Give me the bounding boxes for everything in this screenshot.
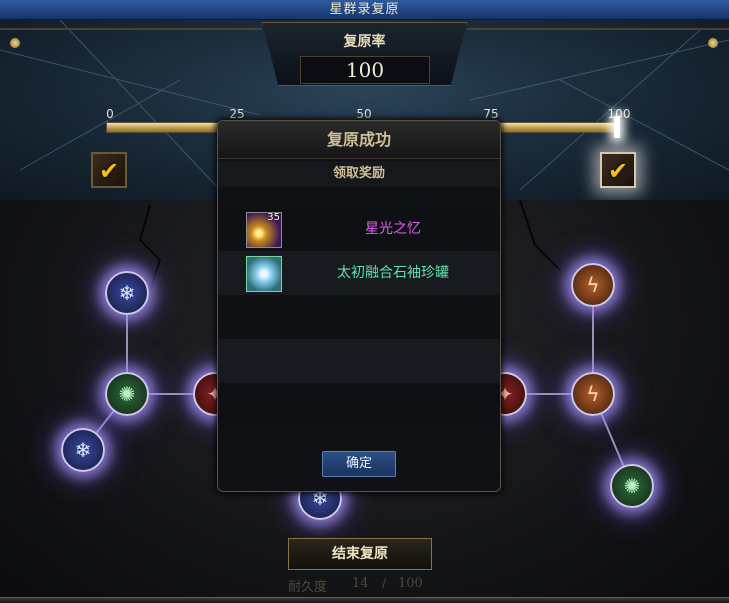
bottom-border — [0, 597, 729, 603]
starlight-item-icon[interactable]: 35 — [246, 212, 282, 248]
reward-name: 星光之忆 — [365, 221, 421, 237]
durability-separator: / — [382, 576, 387, 591]
progress-glow-cap — [614, 116, 620, 138]
restore-rate-value: 100 — [300, 56, 430, 84]
durability-current: 14 — [352, 576, 369, 591]
constellation-node-snow-2[interactable]: ❄ — [61, 428, 105, 472]
milestone-chest-25[interactable]: ✔ — [91, 152, 127, 188]
progress-tick-0: 0 — [106, 107, 114, 121]
reward-row-empty — [218, 339, 500, 383]
swirl-icon: ✺ — [623, 474, 641, 498]
progress-tick-50: 50 — [356, 107, 372, 121]
snowflake-icon: ❄ — [118, 281, 136, 305]
check-chest-icon: ✔ — [98, 157, 120, 185]
reward-row-empty — [218, 295, 500, 339]
constellation-node-wind-2[interactable]: ✺ — [610, 464, 654, 508]
reward-row[interactable]: 太初融合石袖珍罐 — [218, 251, 500, 295]
rate-frame-left-line — [0, 28, 262, 30]
progress-tick-25: 25 — [229, 107, 245, 121]
window-title: 星群录复原 — [0, 0, 729, 20]
milestone-chest-100[interactable]: ✔ — [600, 152, 636, 188]
progress-tick-75: 75 — [483, 107, 499, 121]
constellation-node-thunder-1[interactable]: ϟ — [571, 263, 615, 307]
lightning-icon: ϟ — [586, 382, 600, 406]
rate-frame-right-line — [467, 28, 729, 30]
reward-row[interactable]: 35 星光之忆 — [218, 207, 500, 251]
reward-row-empty — [218, 383, 500, 427]
durability-readout: 耐久度 14 / 100 — [270, 576, 460, 596]
constellation-node-snow-1[interactable]: ❄ — [105, 271, 149, 315]
durability-max: 100 — [398, 576, 423, 591]
restore-success-dialog: 复原成功 领取奖励 35 星光之忆 太初融合石袖珍罐 确定 — [217, 120, 501, 492]
constellation-node-wind-1[interactable]: ✺ — [105, 372, 149, 416]
frame-ornament-right — [708, 38, 718, 48]
check-chest-icon: ✔ — [607, 157, 629, 185]
item-count-badge: 35 — [267, 212, 280, 223]
confirm-button[interactable]: 确定 — [322, 451, 396, 477]
lightning-icon: ϟ — [586, 273, 600, 297]
reward-heading: 领取奖励 — [218, 161, 500, 187]
snowflake-icon: ❄ — [74, 438, 92, 462]
restore-rate-label: 复原率 — [343, 34, 386, 50]
durability-label: 耐久度 — [288, 580, 328, 595]
crystal-jar-icon[interactable] — [246, 256, 282, 292]
frame-ornament-left — [10, 38, 20, 48]
end-restore-button[interactable]: 结束复原 — [288, 538, 432, 570]
reward-name: 太初融合石袖珍罐 — [337, 265, 449, 281]
constellation-node-thunder-2[interactable]: ϟ — [571, 372, 615, 416]
swirl-icon: ✺ — [118, 382, 136, 406]
dialog-title: 复原成功 — [218, 121, 500, 159]
